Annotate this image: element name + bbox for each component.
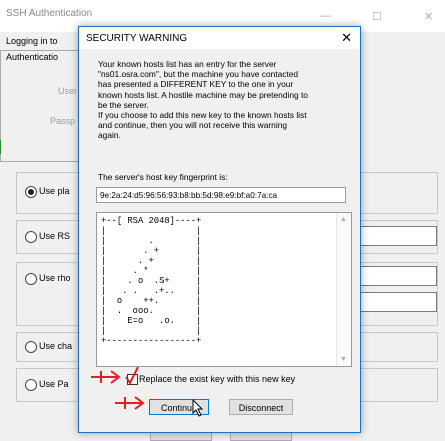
message-line: again.	[98, 130, 121, 141]
rsa-key-input[interactable]	[355, 226, 437, 246]
minimize-button[interactable]: —	[320, 10, 331, 22]
use-rhosts-label: Use rho	[39, 273, 71, 283]
use-plain-radio[interactable]	[25, 186, 37, 198]
scroll-up-icon[interactable]: ▲	[340, 216, 347, 223]
warning-message: Your known hosts list has an entry for t…	[98, 59, 350, 141]
scroll-down-icon[interactable]: ▼	[340, 356, 347, 363]
arrow-annotation-icon	[115, 396, 145, 410]
maximize-button[interactable]: ☐	[372, 10, 382, 23]
use-rsa-label: Use RS	[39, 231, 71, 241]
fingerprint-label: The server's host key fingerprint is:	[98, 172, 228, 182]
rhosts-user-input[interactable]	[355, 266, 437, 286]
message-line: known hosts list. A hostile machine may …	[98, 89, 308, 100]
authentication-panel	[0, 50, 82, 162]
use-pageant-radio[interactable]	[25, 379, 37, 391]
use-pageant-label: Use Pa	[39, 379, 69, 389]
message-line: If you choose to add this new key to the…	[98, 110, 307, 121]
disconnect-button[interactable]: Disconnect	[229, 399, 293, 415]
dialog-titlebar: SECURITY WARNING ✕	[79, 27, 360, 49]
use-plain-label: Use pla	[39, 186, 70, 196]
mouse-cursor-icon	[192, 399, 204, 417]
password-label: Passp	[50, 116, 76, 126]
replace-key-label: Replace the exist key with this new key	[139, 374, 296, 384]
message-line: has presented a DIFFERENT KEY to the one…	[98, 79, 294, 90]
security-warning-dialog: SECURITY WARNING ✕ Your known hosts list…	[78, 26, 361, 433]
message-line: be the server.	[98, 99, 149, 110]
use-rhosts-radio[interactable]	[25, 273, 37, 285]
user-label: User	[58, 86, 78, 96]
use-challenge-label: Use cha	[39, 341, 73, 351]
checkmark-annotation-icon	[125, 366, 139, 385]
dialog-title: SECURITY WARNING	[86, 33, 188, 44]
use-challenge-radio[interactable]	[25, 341, 37, 353]
close-button[interactable]: ✕	[424, 10, 433, 23]
close-icon[interactable]: ✕	[341, 30, 352, 46]
rhosts-key-input[interactable]	[355, 292, 437, 312]
message-line: Your known hosts list has an entry for t…	[98, 59, 277, 69]
green-edge	[0, 140, 1, 154]
logging-in-label: Logging in to	[6, 36, 58, 46]
use-rsa-radio[interactable]	[25, 231, 37, 243]
fingerprint-field[interactable]: 9e:2a:24:d5:96:56:93:b8:bb:5d:98:e9:bf:a…	[96, 187, 346, 203]
window-title: SSH Authentication	[6, 8, 93, 19]
randomart-scrollbar[interactable]: ▲ ▼	[336, 213, 351, 366]
message-line: "ns01.osra.com", but the machine you hav…	[98, 69, 299, 80]
randomart-text: +--[ RSA 2048]----+ | | | . | | . + | | …	[101, 216, 202, 346]
message-line: and continue, then you will not receive …	[98, 120, 288, 131]
randomart-textbox[interactable]: +--[ RSA 2048]----+ | | | . | | . + | | …	[96, 212, 352, 367]
authentication-label: Authenticatio	[6, 52, 59, 62]
